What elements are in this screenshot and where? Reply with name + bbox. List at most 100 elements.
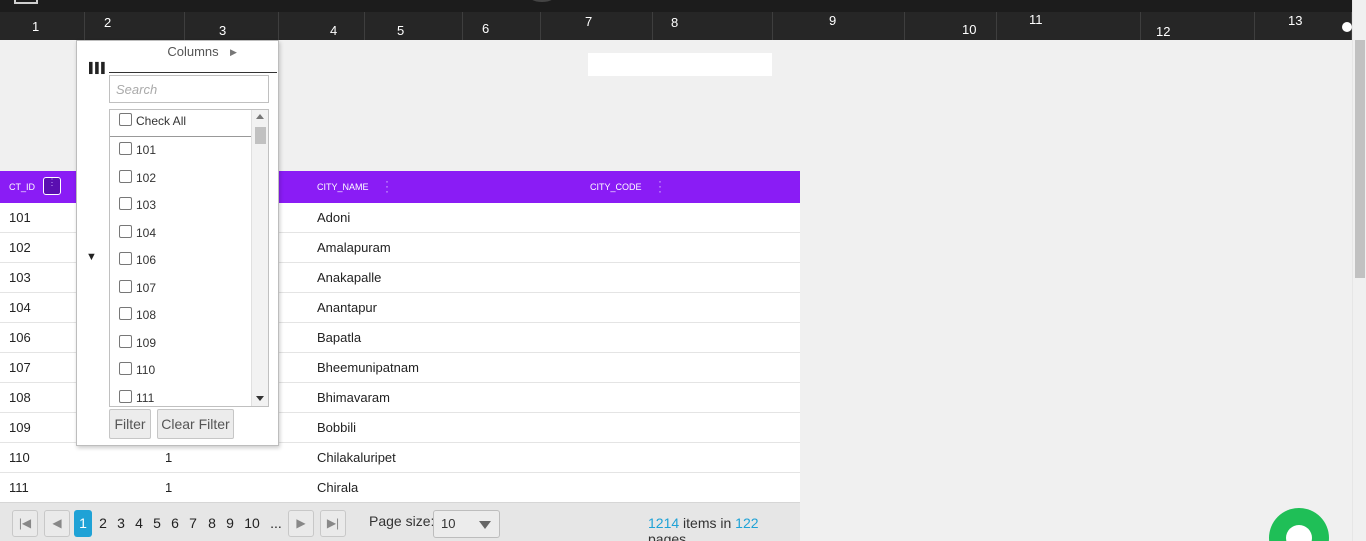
total-pages: 122: [735, 515, 759, 531]
page-size-value: 10: [441, 516, 456, 531]
columns-menu-item[interactable]: Columns: [109, 45, 277, 73]
column-menu-button[interactable]: ⋮: [43, 177, 61, 195]
cell-ct-id: 103: [9, 270, 31, 285]
city-name-menu-icon[interactable]: · · ·: [384, 175, 390, 197]
nav-tab-9[interactable]: 9: [773, 12, 905, 40]
items-summary: 1214 items in 122 pages: [648, 515, 800, 541]
cell-ct-id: 102: [9, 240, 31, 255]
page-link[interactable]: 2: [97, 510, 109, 537]
page-link[interactable]: 8: [206, 510, 218, 537]
page-link[interactable]: 3: [115, 510, 127, 537]
nav-tab-5[interactable]: 5: [365, 12, 463, 40]
nav-tab-11[interactable]: 11: [997, 12, 1141, 40]
page-link[interactable]: 1: [74, 510, 92, 537]
check-all-checkbox[interactable]: [119, 113, 132, 126]
nav-tab-3[interactable]: 3: [185, 12, 279, 40]
cell-city-name: Amalapuram: [317, 240, 391, 255]
nav-tab-label: 3: [219, 23, 227, 38]
table-row[interactable]: 111 1 Chirala: [0, 473, 800, 503]
header-city-code[interactable]: CITY_CODE: [590, 171, 642, 203]
value-checkbox[interactable]: [119, 169, 132, 183]
filter-search-input[interactable]: [109, 75, 269, 103]
check-all-item[interactable]: Check All: [110, 110, 251, 137]
nav-tab-4[interactable]: 4: [279, 12, 365, 40]
cell-city-name: Anakapalle: [317, 270, 382, 285]
filter-icon[interactable]: ▼: [86, 251, 97, 263]
header-ct-id[interactable]: CT_ID: [9, 171, 35, 203]
page-link[interactable]: 4: [133, 510, 145, 537]
value-checkbox[interactable]: [119, 389, 132, 403]
filter-button[interactable]: Filter: [109, 409, 151, 439]
nav-tab-label: 5: [397, 23, 405, 38]
header-city-name[interactable]: CITY_NAME: [317, 171, 369, 203]
scroll-up-icon[interactable]: [256, 114, 264, 119]
chat-widget-button[interactable]: [1269, 508, 1329, 541]
value-label: 109: [136, 335, 157, 350]
chat-icon: [1286, 525, 1312, 541]
page-link[interactable]: 6: [169, 510, 181, 537]
nav-tab-7[interactable]: 7: [541, 12, 653, 40]
scrollbar-thumb[interactable]: [1355, 40, 1365, 278]
value-label: 101: [136, 143, 157, 157]
list-scrollbar[interactable]: [251, 110, 268, 406]
cell-ct-id: 111: [9, 480, 29, 495]
nav-tab-label: 1: [32, 19, 40, 34]
page-link[interactable]: 9: [224, 510, 236, 537]
columns-icon[interactable]: ▌▌▌: [89, 63, 108, 74]
page-link[interactable]: 5: [151, 510, 163, 537]
cell-ct-id: 108: [9, 390, 31, 405]
clear-filter-button[interactable]: Clear Filter: [157, 409, 234, 439]
nav-tab-label: 11: [1029, 12, 1043, 27]
first-page-button[interactable]: |◀: [12, 510, 38, 537]
page-link[interactable]: 10: [242, 510, 262, 537]
next-page-button[interactable]: ▶: [288, 510, 314, 537]
chevron-down-icon: [479, 521, 491, 529]
value-checkbox[interactable]: [119, 142, 132, 155]
items-in-text: items in: [683, 515, 732, 531]
nav-tab-13[interactable]: 13: [1255, 12, 1352, 40]
nav-tab-2[interactable]: 2: [85, 12, 185, 40]
cell-col2: 1: [165, 450, 173, 465]
filter-values-list: Check All 101 102 103 104 106 107 108 109 110 111: [109, 109, 269, 407]
scroll-down-icon[interactable]: [256, 396, 264, 401]
nav-tab-label: 2: [104, 15, 112, 30]
cell-ct-id: 106: [9, 330, 31, 345]
prev-page-button[interactable]: ◀: [44, 510, 70, 537]
top-nav-bar: 1 2 3 4 5 6 7 8 9 10 11 12 13: [0, 0, 1352, 40]
value-checkbox[interactable]: [119, 224, 132, 238]
value-checkbox[interactable]: [119, 279, 132, 293]
page-link[interactable]: 7: [187, 510, 199, 537]
value-checkbox[interactable]: [119, 362, 132, 375]
page-link[interactable]: ...: [266, 510, 286, 537]
table-row[interactable]: 110 1 Chilakaluripet: [0, 443, 800, 473]
value-checkbox[interactable]: [119, 307, 132, 320]
page-size-select[interactable]: 10: [433, 510, 500, 538]
nav-tab-10[interactable]: 10: [905, 12, 997, 40]
pages-text: pages: [648, 531, 687, 541]
list-scrollbar-thumb[interactable]: [255, 127, 266, 144]
cell-ct-id: 110: [9, 450, 30, 465]
cell-col2: 1: [165, 480, 173, 495]
nav-end-icon: [1342, 22, 1352, 32]
nav-tab-6[interactable]: 6: [463, 12, 541, 40]
cell-city-name: Chilakaluripet: [317, 450, 396, 465]
logo-icon: [530, 0, 554, 2]
value-label: 104: [136, 225, 157, 240]
nav-tab-label: 9: [829, 13, 837, 28]
last-page-button[interactable]: ▶|: [320, 510, 346, 537]
value-checkbox[interactable]: [119, 252, 132, 265]
value-checkbox[interactable]: [119, 334, 132, 348]
city-code-menu-icon[interactable]: · · ·: [657, 175, 663, 197]
value-checkbox[interactable]: [119, 197, 132, 210]
cell-city-name: Bobbili: [317, 420, 357, 435]
cell-city-name: Bapatla: [317, 330, 362, 345]
pager: |◀ ◀ 1 2 3 4 5 6 7 8 9 10... ▶ ▶| Page size: 10 1…: [0, 502, 800, 541]
menu-icon[interactable]: [14, 0, 38, 4]
nav-tab-label: 13: [1288, 13, 1303, 28]
value-label: 103: [136, 198, 157, 212]
cell-city-name: Adoni: [317, 210, 351, 225]
nav-tab-1[interactable]: 1: [0, 12, 85, 40]
nav-tab-12[interactable]: 12: [1141, 12, 1255, 40]
nav-tab-8[interactable]: 8: [653, 12, 773, 40]
page-scrollbar[interactable]: [1352, 0, 1366, 541]
